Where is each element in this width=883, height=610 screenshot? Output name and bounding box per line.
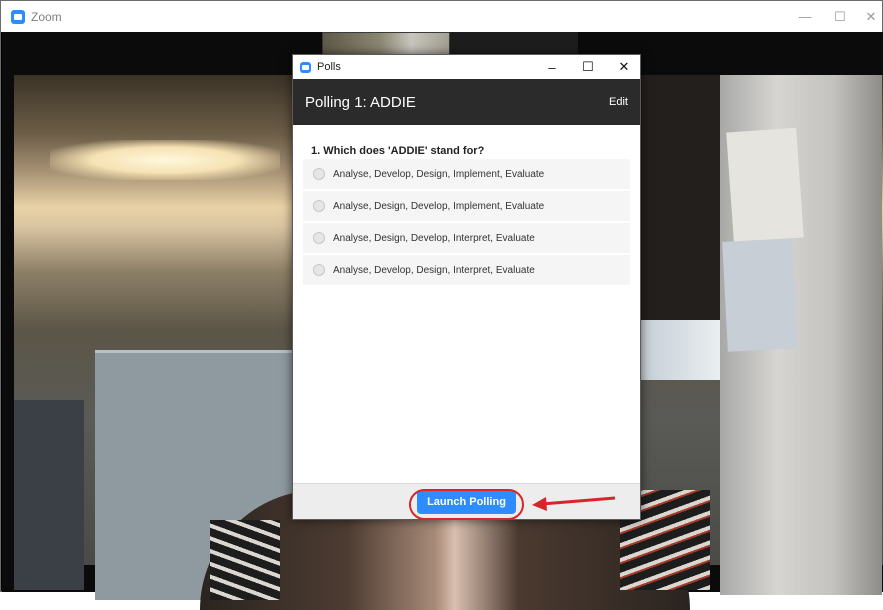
polls-titlebar: Polls – ☐ ✕ [293, 55, 640, 79]
poll-option-2[interactable]: Analyse, Design, Develop, Implement, Eva… [303, 191, 630, 221]
poll-option-3[interactable]: Analyse, Design, Develop, Interpret, Eva… [303, 223, 630, 253]
polls-close-icon[interactable]: ✕ [606, 55, 642, 79]
video-background-left [14, 400, 84, 590]
radio-icon[interactable] [313, 168, 325, 180]
poll-header: Polling 1: ADDIE Edit [293, 79, 640, 125]
ceiling-light [50, 140, 280, 180]
zoom-titlebar: Zoom — ☐ ✕ [1, 1, 882, 32]
zoom-app-icon [11, 9, 25, 24]
radio-icon[interactable] [313, 232, 325, 244]
polls-app-icon [300, 61, 311, 73]
minimize-icon[interactable]: — [790, 1, 820, 32]
close-icon[interactable]: ✕ [856, 1, 883, 32]
poll-body: 1. Which does 'ADDIE' stand for? Analyse… [293, 125, 640, 285]
poll-question: 1. Which does 'ADDIE' stand for? [311, 145, 485, 157]
video-participant-sweater-left [210, 520, 280, 600]
polls-minimize-icon[interactable]: – [534, 55, 570, 79]
poll-option-label: Analyse, Develop, Design, Interpret, Eva… [333, 264, 535, 276]
radio-icon[interactable] [313, 264, 325, 276]
poll-option-1[interactable]: Analyse, Develop, Design, Implement, Eva… [303, 159, 630, 189]
poll-option-label: Analyse, Develop, Design, Implement, Eva… [333, 168, 545, 180]
zoom-window-title: Zoom [31, 9, 62, 24]
poll-option-4[interactable]: Analyse, Develop, Design, Interpret, Eva… [303, 255, 630, 285]
maximize-icon[interactable]: ☐ [825, 1, 855, 32]
video-window [640, 320, 730, 380]
edit-poll-button[interactable]: Edit [609, 96, 628, 108]
poll-option-label: Analyse, Design, Develop, Interpret, Eva… [333, 232, 535, 244]
polls-window-title: Polls [317, 61, 341, 73]
poll-option-label: Analyse, Design, Develop, Implement, Eva… [333, 200, 545, 212]
radio-icon[interactable] [313, 200, 325, 212]
poll-title: Polling 1: ADDIE [305, 93, 416, 111]
annotation-highlight-ring [409, 489, 524, 520]
polls-dialog: Polls – ☐ ✕ Polling 1: ADDIE Edit 1. Whi… [292, 54, 641, 520]
video-poster [726, 127, 804, 243]
polls-maximize-icon[interactable]: ☐ [570, 55, 606, 79]
video-poster-2 [722, 238, 798, 352]
